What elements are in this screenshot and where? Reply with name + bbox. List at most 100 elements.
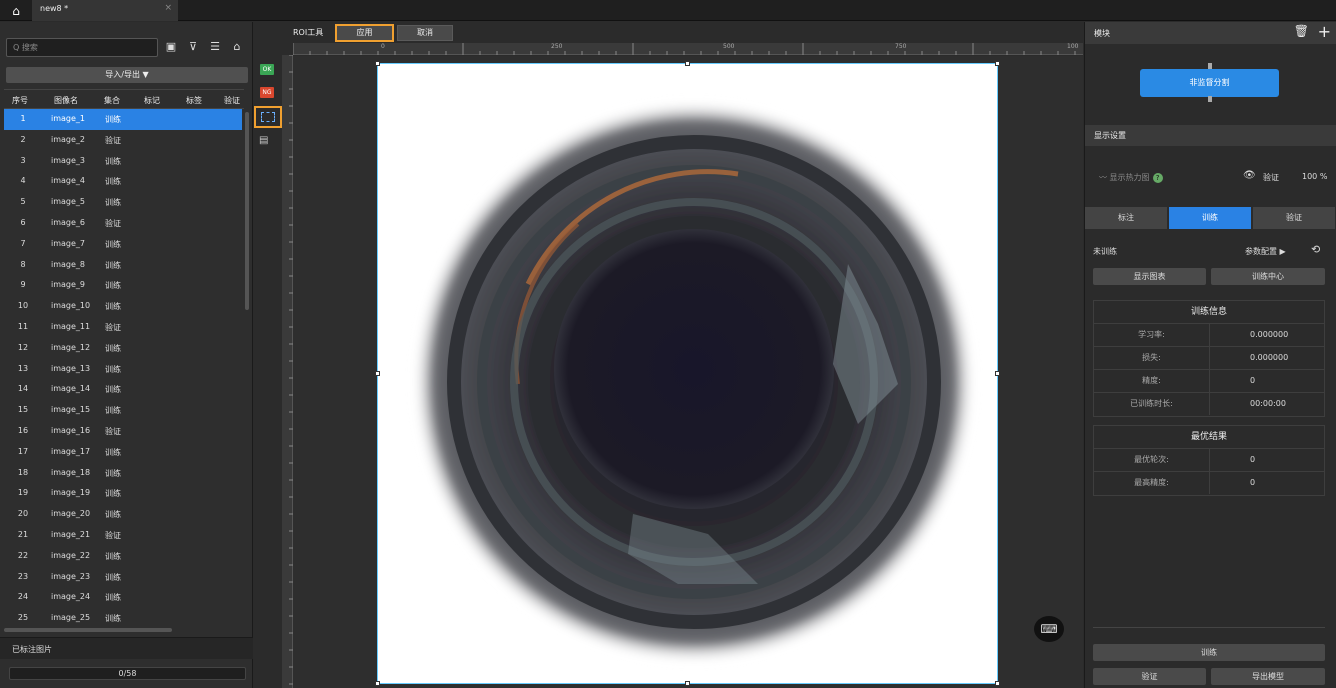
- col-index[interactable]: 序号: [12, 95, 28, 106]
- help-icon[interactable]: ?: [1152, 173, 1163, 183]
- row-index: 20: [17, 509, 29, 519]
- row-image-name: image_7: [51, 238, 86, 248]
- table-row[interactable]: 13 image_13 训练: [4, 359, 242, 380]
- resize-handle[interactable]: [685, 681, 690, 686]
- row-index: 9: [20, 280, 26, 290]
- tab-validate[interactable]: 验证: [1253, 207, 1335, 229]
- tab-project[interactable]: new8 * ×: [32, 0, 178, 21]
- row-set: 训练: [105, 260, 121, 270]
- eye-icon[interactable]: 👁: [1243, 170, 1256, 181]
- roi-rect-tool-icon[interactable]: [254, 106, 282, 128]
- train-center-button[interactable]: 训练中心: [1211, 268, 1325, 285]
- apply-button[interactable]: 应用: [335, 24, 394, 42]
- resize-handle[interactable]: [375, 681, 380, 686]
- row-image-name: image_10: [51, 301, 91, 311]
- train-button[interactable]: 训练: [1093, 644, 1325, 661]
- import-export-button[interactable]: 导入/导出 ▼: [6, 67, 248, 83]
- validate-button[interactable]: 验证: [1093, 668, 1206, 685]
- table-row[interactable]: 24 image_24 训练: [4, 587, 242, 608]
- search-input[interactable]: Q 搜索: [6, 38, 158, 57]
- resize-handle[interactable]: [995, 371, 1000, 376]
- title-bar: ⌂ new8 * ×: [0, 0, 1336, 21]
- ng-tag-button[interactable]: NG: [260, 87, 274, 98]
- resize-handle[interactable]: [375, 61, 380, 66]
- row-image-name: image_13: [51, 363, 91, 373]
- table-row[interactable]: 16 image_16 验证: [4, 421, 242, 442]
- table-row[interactable]: 12 image_12 训练: [4, 338, 242, 359]
- row-set: 训练: [105, 302, 121, 312]
- ok-tag-button[interactable]: OK: [260, 64, 274, 75]
- table-row[interactable]: 5 image_5 训练: [4, 192, 242, 213]
- image-settings-icon[interactable]: ▣: [163, 39, 179, 55]
- table-row[interactable]: 22 image_22 训练: [4, 546, 242, 567]
- table-row[interactable]: 17 image_17 训练: [4, 442, 242, 463]
- table-row[interactable]: 7 image_7 训练: [4, 234, 242, 255]
- table-header: 序号 图像名 集合 标记 标签 验证: [4, 89, 244, 109]
- row-set: 验证: [105, 135, 121, 145]
- row-image-name: image_9: [51, 280, 86, 290]
- table-row[interactable]: 8 image_8 训练: [4, 255, 242, 276]
- trash-icon[interactable]: 🗑: [1294, 24, 1309, 38]
- resize-handle[interactable]: [685, 61, 690, 66]
- vertical-scrollbar[interactable]: [245, 112, 249, 310]
- table-row[interactable]: 9 image_9 训练: [4, 275, 242, 296]
- row-index: 13: [17, 363, 29, 373]
- home-icon[interactable]: ⌂: [8, 4, 24, 18]
- opacity-percent[interactable]: 100 %: [1302, 172, 1327, 181]
- row-index: 21: [17, 529, 29, 539]
- cancel-button[interactable]: 取消: [397, 25, 453, 41]
- table-row[interactable]: 10 image_10 训练: [4, 296, 242, 317]
- table-row[interactable]: 21 image_21 验证: [4, 525, 242, 546]
- row-set: 训练: [105, 177, 121, 187]
- resize-handle[interactable]: [995, 61, 1000, 66]
- col-mark[interactable]: 标记: [144, 95, 160, 106]
- row-set: 训练: [105, 593, 121, 603]
- table-row[interactable]: 18 image_18 训练: [4, 463, 242, 484]
- row-set: 训练: [105, 281, 121, 291]
- table-row[interactable]: 2 image_2 验证: [4, 130, 242, 151]
- col-label[interactable]: 标签: [186, 95, 202, 106]
- table-row[interactable]: 23 image_23 训练: [4, 567, 242, 588]
- roi-tool-label: ROI工具: [293, 28, 324, 37]
- close-icon[interactable]: ×: [164, 3, 172, 13]
- list-icon[interactable]: ☰: [207, 39, 223, 55]
- table-row[interactable]: 6 image_6 验证: [4, 213, 242, 234]
- table-row[interactable]: 14 image_14 训练: [4, 379, 242, 400]
- table-row[interactable]: 25 image_25 训练: [4, 608, 242, 625]
- col-set[interactable]: 集合: [104, 95, 120, 106]
- row-set: 验证: [105, 218, 121, 228]
- row-set: 训练: [105, 510, 121, 520]
- row-image-name: image_1: [51, 114, 86, 123]
- tool-column: OK NG ▤: [254, 22, 282, 688]
- horizontal-scrollbar[interactable]: [4, 628, 172, 632]
- filter-icon[interactable]: ⊽: [185, 39, 201, 55]
- history-icon[interactable]: ⟲: [1311, 243, 1320, 256]
- export-model-button[interactable]: 导出模型: [1211, 668, 1325, 685]
- table-row[interactable]: 4 image_4 训练: [4, 171, 242, 192]
- view-set-label[interactable]: 验证: [1263, 172, 1279, 183]
- tab-annotate[interactable]: 标注: [1085, 207, 1167, 229]
- keyboard-icon[interactable]: ⌨: [1034, 616, 1064, 642]
- add-icon[interactable]: +: [1318, 22, 1331, 41]
- resize-handle[interactable]: [375, 371, 380, 376]
- sample-image[interactable]: [377, 63, 998, 684]
- table-row[interactable]: 15 image_15 训练: [4, 400, 242, 421]
- show-chart-button[interactable]: 显示图表: [1093, 268, 1206, 285]
- table-row[interactable]: 3 image_3 训练: [4, 151, 242, 172]
- resize-handle[interactable]: [995, 681, 1000, 686]
- tab-train[interactable]: 训练: [1169, 207, 1251, 229]
- row-image-name: image_15: [51, 405, 91, 415]
- table-row[interactable]: 11 image_11 验证: [4, 317, 242, 338]
- row-index: 7: [20, 238, 26, 248]
- col-validate[interactable]: 验证: [224, 95, 240, 106]
- row-image-name: image_3: [51, 155, 86, 165]
- roi-select-tool-icon[interactable]: ▤: [259, 135, 275, 149]
- table-row[interactable]: 19 image_19 训练: [4, 483, 242, 504]
- table-row[interactable]: 20 image_20 训练: [4, 504, 242, 525]
- gallery-icon[interactable]: ⌂: [229, 39, 245, 55]
- heatmap-toggle[interactable]: 〰 显示热力图?: [1099, 172, 1163, 183]
- param-config-button[interactable]: 参数配置 ▶: [1245, 246, 1286, 257]
- table-row[interactable]: 1 image_1 训练: [4, 109, 242, 130]
- unsupervised-segmentation-module[interactable]: 非监督分割: [1140, 69, 1279, 97]
- col-image-name[interactable]: 图像名: [54, 95, 78, 106]
